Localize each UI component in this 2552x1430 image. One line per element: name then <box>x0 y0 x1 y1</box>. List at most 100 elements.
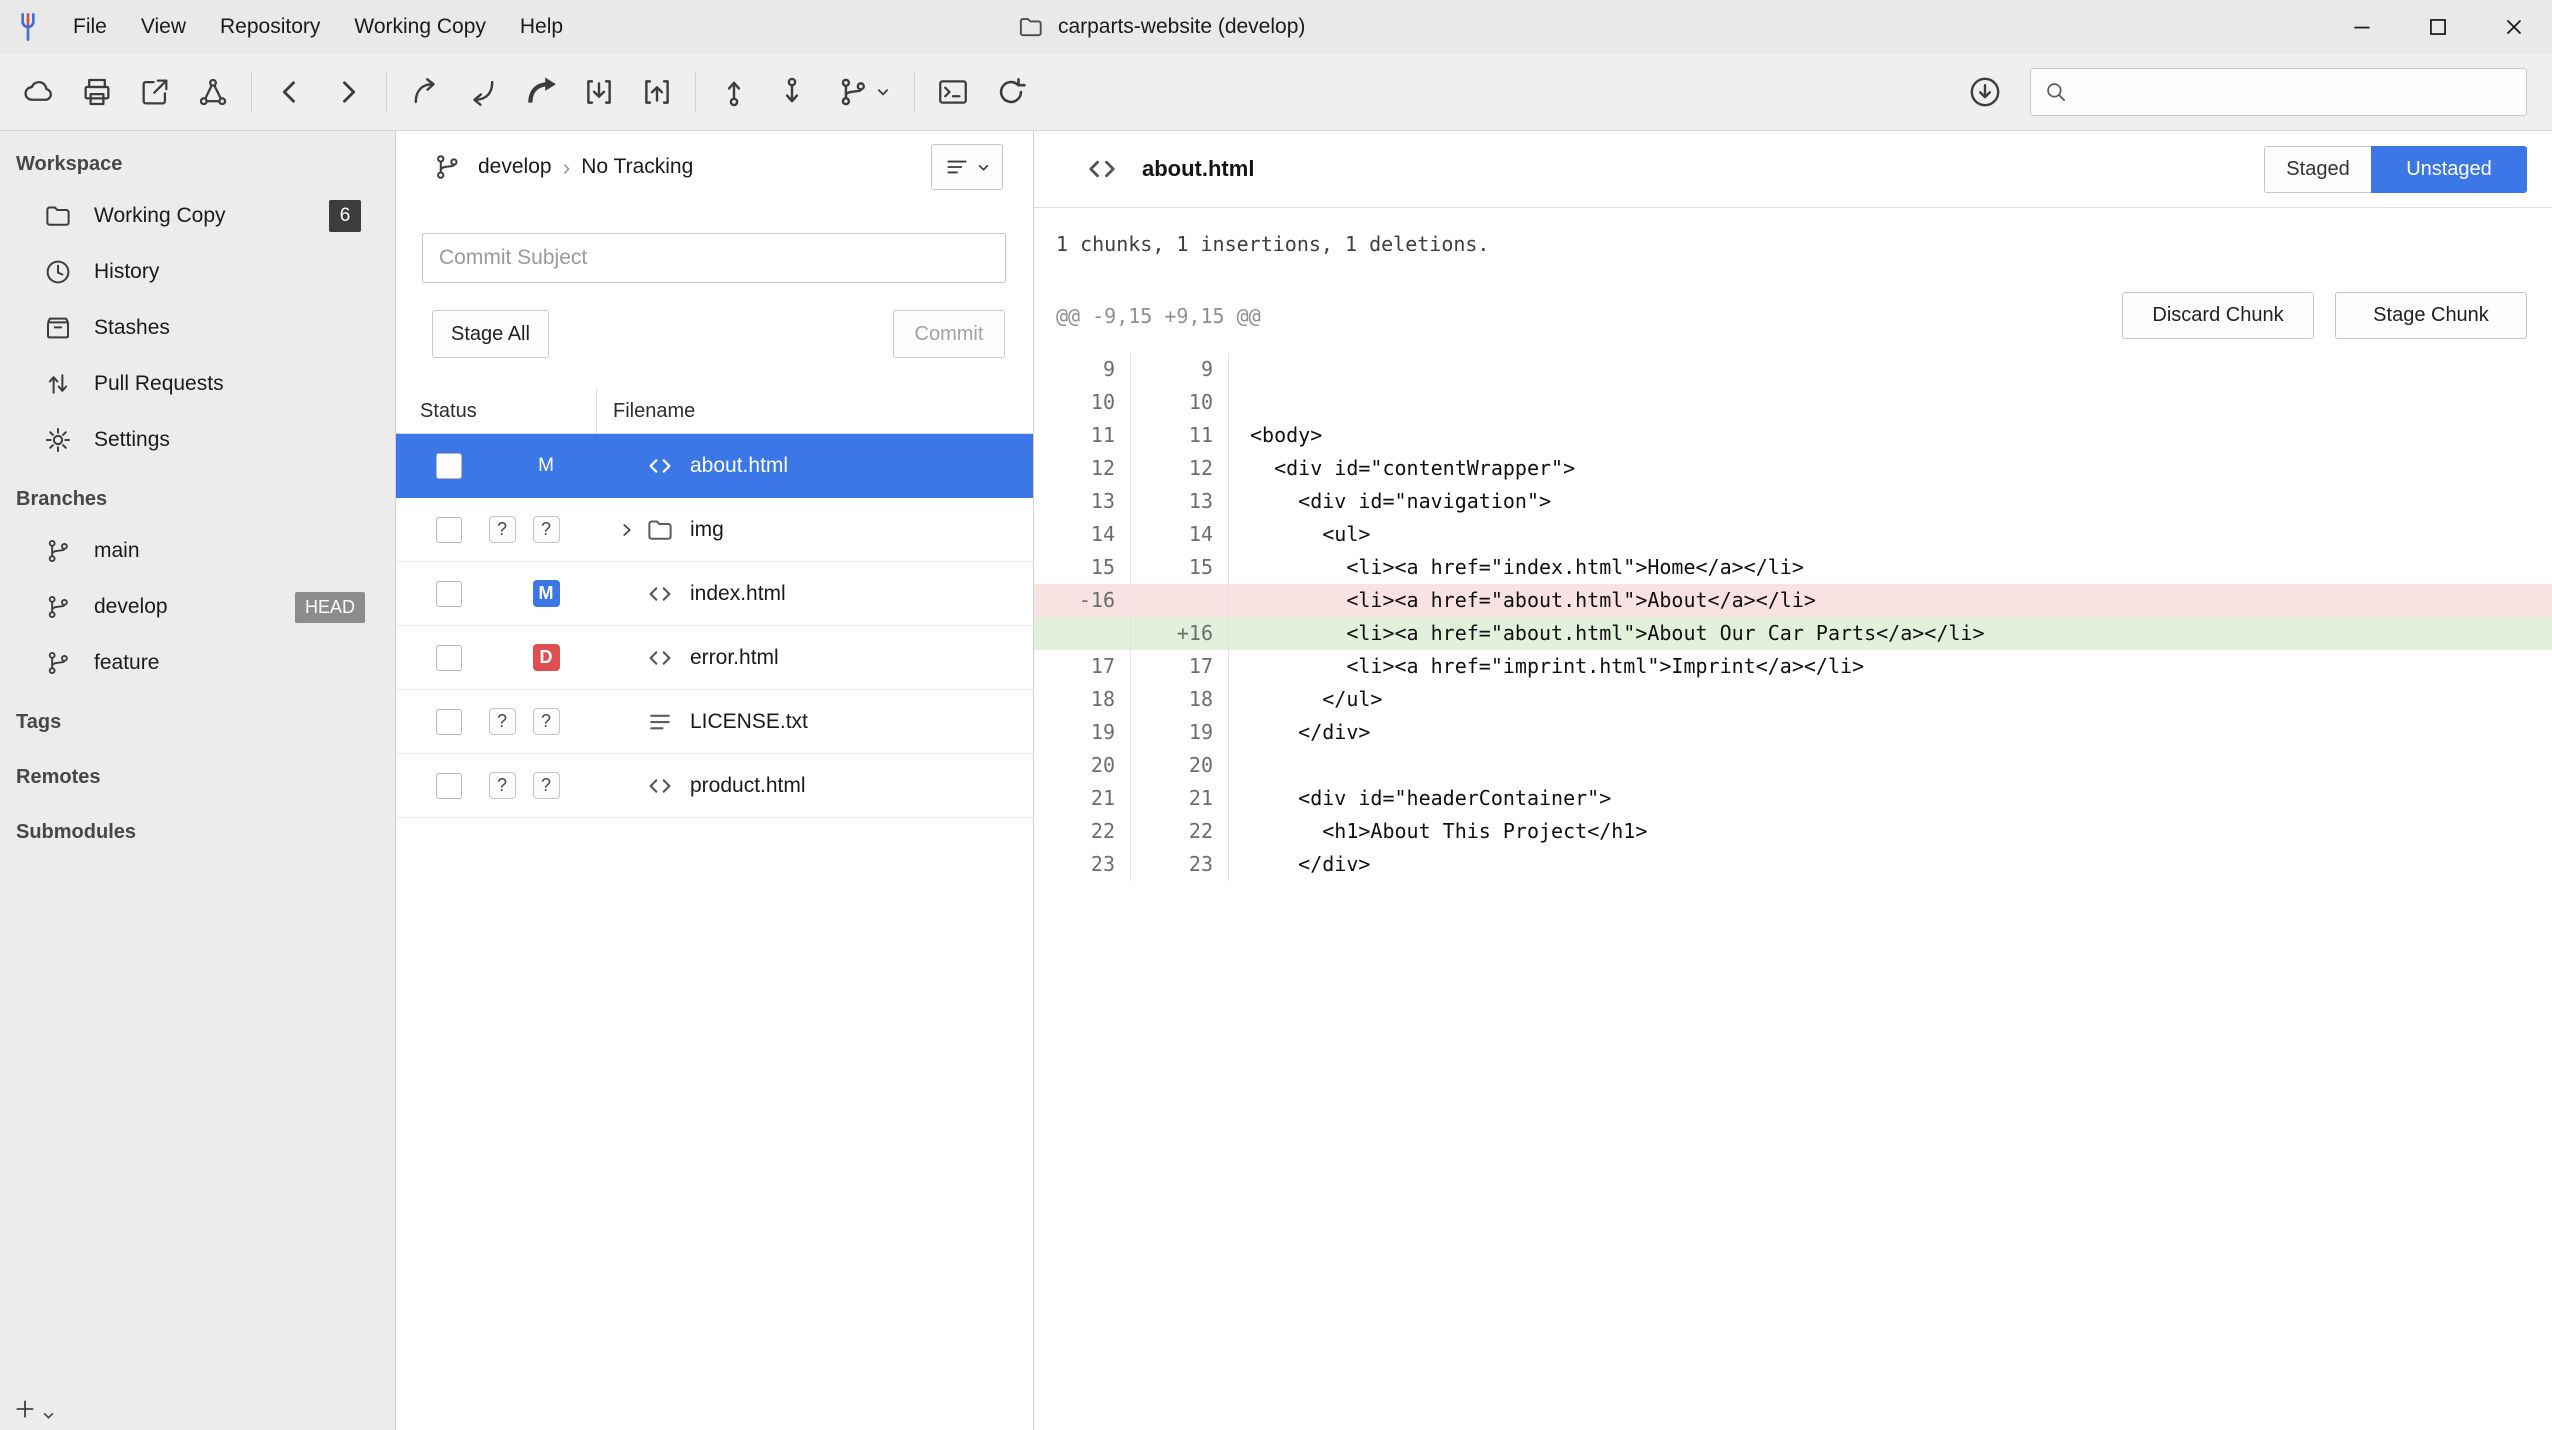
minimize-button[interactable] <box>2324 0 2400 54</box>
add-repository-button[interactable] <box>12 1396 55 1422</box>
stage-checkbox[interactable] <box>436 581 462 607</box>
refresh-button[interactable] <box>982 63 1040 121</box>
archive-box-icon <box>42 313 74 343</box>
cherry-pick-button[interactable] <box>763 63 821 121</box>
tags-section-header[interactable]: Tags <box>0 691 395 746</box>
sidebar-item-label: Pull Requests <box>94 372 224 396</box>
sidebar: Workspace Working Copy 6 History Stashes… <box>0 131 396 1430</box>
sidebar-branch-develop[interactable]: develop HEAD <box>0 579 395 635</box>
sidebar-branch-feature[interactable]: feature <box>0 635 395 691</box>
stash-button[interactable] <box>570 63 628 121</box>
old-line-number: 18 <box>1034 683 1131 716</box>
stage-checkbox[interactable] <box>436 517 462 543</box>
code-text <box>1229 353 2552 386</box>
sidebar-item-working-copy[interactable]: Working Copy 6 <box>0 188 395 244</box>
fetch-button[interactable] <box>396 63 454 121</box>
stage-checkbox[interactable] <box>436 709 462 735</box>
pull-button[interactable] <box>454 63 512 121</box>
file-type-icon <box>644 771 676 801</box>
new-line-number: 22 <box>1131 815 1229 848</box>
pop-stash-button[interactable] <box>628 63 686 121</box>
file-name: product.html <box>690 774 806 798</box>
open-external-button[interactable] <box>126 63 184 121</box>
new-line-number: 15 <box>1131 551 1229 584</box>
sidebar-item-pull-requests[interactable]: Pull Requests <box>0 356 395 412</box>
old-line-number: 20 <box>1034 749 1131 782</box>
menu-file[interactable]: File <box>56 0 124 54</box>
back-button[interactable] <box>261 63 319 121</box>
file-type-icon <box>644 451 676 481</box>
chunk-actions: Discard Chunk Stage Chunk <box>2122 292 2527 339</box>
graph-button[interactable] <box>184 63 242 121</box>
status-worktree-cell: ? <box>524 708 568 735</box>
branch-menu-button[interactable] <box>821 63 905 121</box>
chunk-header: @@ -9,15 +9,15 @@ <box>1056 304 1261 328</box>
tab-unstaged[interactable]: Unstaged <box>2371 146 2527 193</box>
stage-all-button[interactable]: Stage All <box>432 310 549 358</box>
current-branch[interactable]: develop <box>478 155 552 179</box>
sidebar-item-stashes[interactable]: Stashes <box>0 300 395 356</box>
diff-file-name: about.html <box>1142 156 1254 182</box>
new-line-number: 11 <box>1131 419 1229 452</box>
file-row[interactable]: M about.html <box>396 434 1033 498</box>
changes-count-badge: 6 <box>329 200 361 232</box>
tab-staged[interactable]: Staged <box>2264 146 2371 193</box>
filename-column-header[interactable]: Filename <box>597 389 695 433</box>
diff-line: -16 <li><a href="about.html">About</a></… <box>1034 584 2552 617</box>
print-button[interactable] <box>68 63 126 121</box>
download-button[interactable] <box>1956 63 2014 121</box>
submodules-section-header[interactable]: Submodules <box>0 801 395 856</box>
discard-chunk-button[interactable]: Discard Chunk <box>2122 292 2314 339</box>
sidebar-branch-main[interactable]: main <box>0 523 395 579</box>
status-worktree-cell: M <box>524 580 568 607</box>
branches-section-header[interactable]: Branches <box>0 468 395 523</box>
commit-options-button[interactable] <box>931 144 1003 190</box>
expand-chevron-icon[interactable] <box>612 519 642 541</box>
new-line-number: 10 <box>1131 386 1229 419</box>
file-type-icon <box>644 707 676 737</box>
stage-chunk-button[interactable]: Stage Chunk <box>2335 292 2527 339</box>
branch-icon <box>42 537 74 565</box>
maximize-button[interactable] <box>2400 0 2476 54</box>
remotes-section-header[interactable]: Remotes <box>0 746 395 801</box>
file-row[interactable]: M index.html <box>396 562 1033 626</box>
stage-checkbox[interactable] <box>436 645 462 671</box>
forward-button[interactable] <box>319 63 377 121</box>
menu-repository[interactable]: Repository <box>203 0 337 54</box>
toolbar-separator <box>251 71 252 113</box>
commit-subject-input[interactable] <box>422 233 1006 283</box>
branch-bar: develop › No Tracking <box>396 131 1033 203</box>
sidebar-item-settings[interactable]: Settings <box>0 412 395 468</box>
old-line-number: 9 <box>1034 353 1131 386</box>
file-row[interactable]: ? ? img <box>396 498 1033 562</box>
file-row[interactable]: D error.html <box>396 626 1033 690</box>
checkout-button[interactable] <box>705 63 763 121</box>
workspace-section-header[interactable]: Workspace <box>0 133 395 188</box>
terminal-button[interactable] <box>924 63 982 121</box>
staged-unstaged-toggle: Staged Unstaged <box>2264 146 2527 193</box>
diff-line: 12 12 <div id="contentWrapper"> <box>1034 452 2552 485</box>
menu-working-copy[interactable]: Working Copy <box>337 0 503 54</box>
new-line-number: 9 <box>1131 353 1229 386</box>
file-row[interactable]: ? ? product.html <box>396 754 1033 818</box>
close-button[interactable] <box>2476 0 2552 54</box>
file-row[interactable]: ? ? LICENSE.txt <box>396 690 1033 754</box>
status-column-header[interactable]: Status <box>396 389 597 433</box>
push-button[interactable] <box>512 63 570 121</box>
status-worktree-cell: ? <box>524 772 568 799</box>
sidebar-item-history[interactable]: History <box>0 244 395 300</box>
tracking-status[interactable]: No Tracking <box>581 155 693 179</box>
menu-view[interactable]: View <box>124 0 203 54</box>
cloud-button[interactable] <box>10 63 68 121</box>
commit-panel: develop › No Tracking Stage All Commit S… <box>396 131 1034 1430</box>
stage-checkbox[interactable] <box>436 773 462 799</box>
folder-icon <box>1017 13 1045 41</box>
menu-help[interactable]: Help <box>503 0 580 54</box>
new-line-number <box>1131 584 1229 617</box>
commit-button[interactable]: Commit <box>893 310 1005 358</box>
diff-line: 15 15 <li><a href="index.html">Home</a><… <box>1034 551 2552 584</box>
old-line-number: 10 <box>1034 386 1131 419</box>
stage-checkbox[interactable] <box>436 453 462 479</box>
search-input[interactable] <box>2079 81 2514 104</box>
window-title-text: carparts-website (develop) <box>1058 15 1305 39</box>
